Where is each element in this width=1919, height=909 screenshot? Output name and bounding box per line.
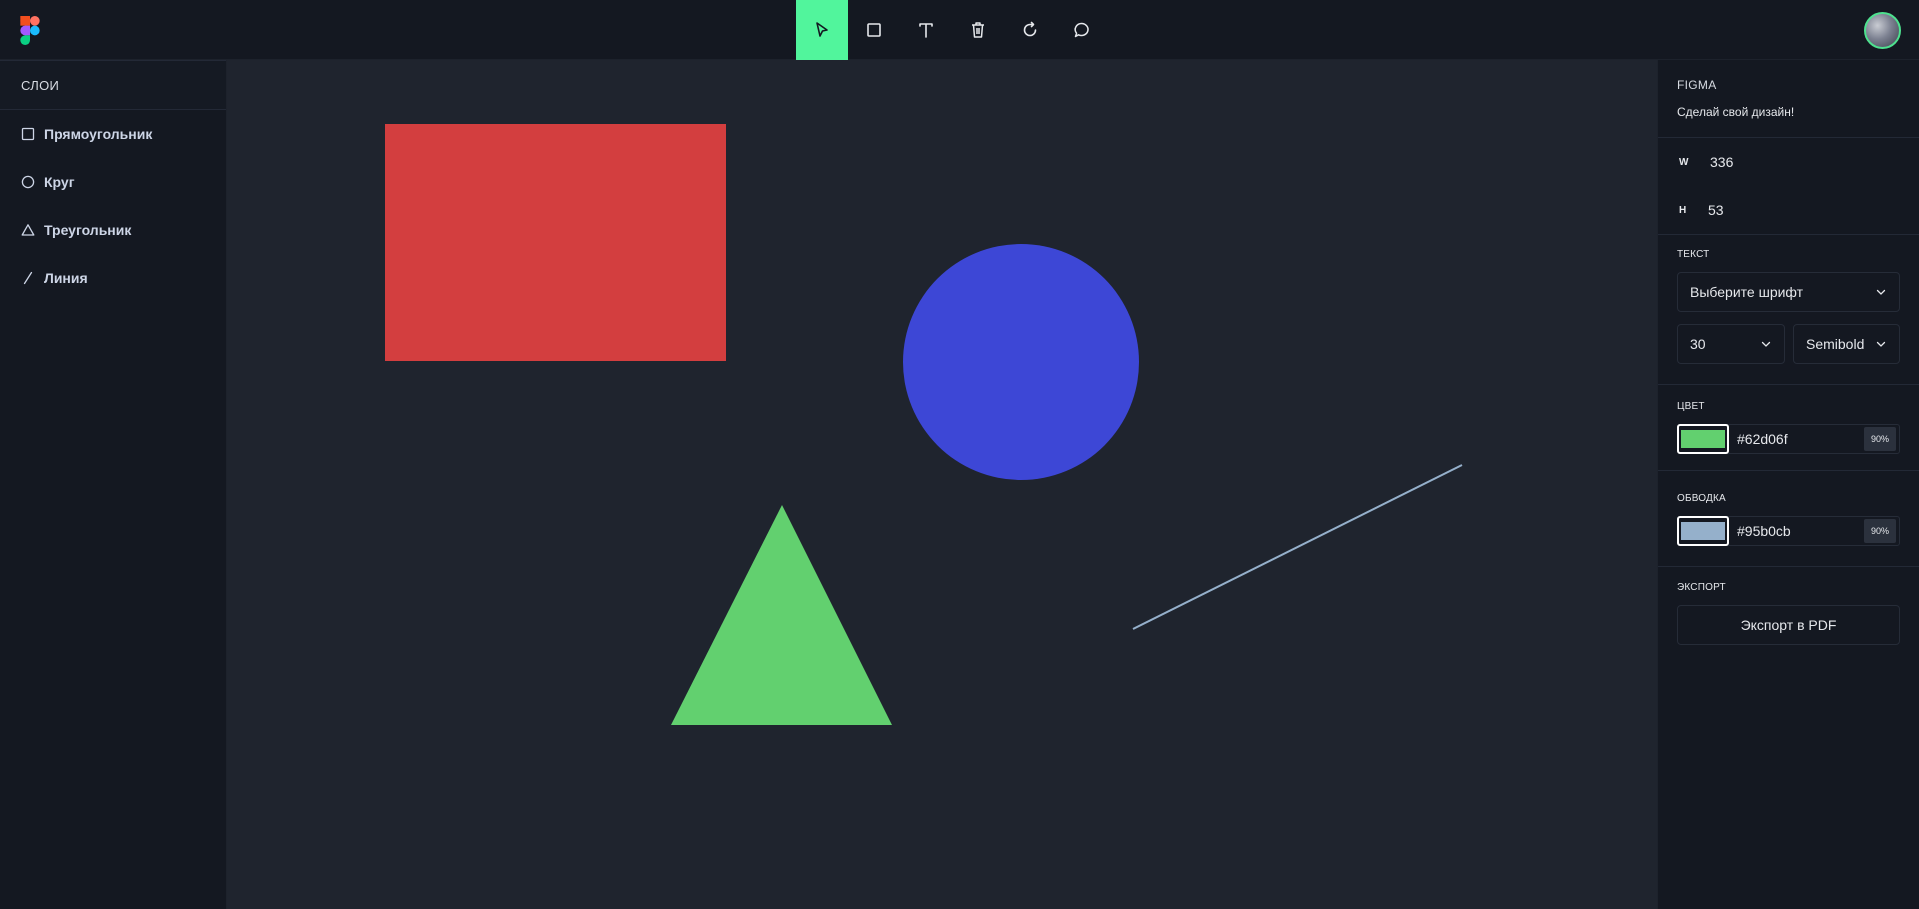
top-bar bbox=[0, 0, 1919, 60]
font-size-value: 30 bbox=[1690, 336, 1706, 352]
toolbar bbox=[796, 0, 1108, 60]
text-tool-button[interactable] bbox=[900, 0, 952, 60]
fill-color-swatch[interactable] bbox=[1677, 424, 1729, 454]
stroke-color-swatch[interactable] bbox=[1677, 516, 1729, 546]
canvas-circle[interactable] bbox=[903, 244, 1139, 480]
layer-item-circle[interactable]: Круг bbox=[0, 158, 226, 206]
stroke-color-hex[interactable]: #95b0cb bbox=[1737, 523, 1864, 539]
circle-icon bbox=[21, 175, 35, 189]
layers-sidebar: СЛОИ Прямоугольник Круг Треугольник Лини… bbox=[0, 60, 227, 909]
layer-label: Треугольник bbox=[44, 222, 132, 238]
layer-label: Линия bbox=[44, 270, 88, 286]
rotate-icon bbox=[1023, 21, 1037, 37]
width-label: W bbox=[1679, 156, 1689, 168]
brand-title: FIGMA bbox=[1677, 78, 1717, 92]
fill-color-row: #62d06f 90% bbox=[1677, 424, 1900, 454]
triangle-icon bbox=[21, 223, 35, 237]
width-row[interactable]: W 336 bbox=[1677, 138, 1900, 186]
layer-label: Прямоугольник bbox=[44, 126, 153, 142]
color-section: ЦВЕТ #62d06f 90% bbox=[1658, 385, 1919, 471]
square-icon bbox=[21, 127, 35, 141]
square-icon bbox=[867, 23, 881, 37]
select-tool-button[interactable] bbox=[796, 0, 848, 60]
text-section: ТЕКСТ Выберите шрифт 30 Semibold bbox=[1658, 235, 1919, 385]
dimensions-section: W 336 H 53 bbox=[1658, 138, 1919, 235]
font-family-select[interactable]: Выберите шрифт bbox=[1677, 272, 1900, 312]
chevron-down-icon bbox=[1876, 289, 1886, 295]
text-icon bbox=[919, 23, 933, 38]
height-value[interactable]: 53 bbox=[1708, 202, 1724, 218]
design-canvas[interactable] bbox=[227, 60, 1657, 909]
stroke-color-row: #95b0cb 90% bbox=[1677, 516, 1900, 546]
brand-subtitle: Сделай свой дизайн! bbox=[1677, 105, 1795, 119]
fill-color-hex[interactable]: #62d06f bbox=[1737, 431, 1864, 447]
chevron-down-icon bbox=[1876, 341, 1886, 347]
font-family-value: Выберите шрифт bbox=[1690, 284, 1804, 300]
export-section: ЭКСПОРТ Экспорт в PDF bbox=[1658, 567, 1919, 645]
height-label: H bbox=[1679, 204, 1687, 216]
comment-tool-button[interactable] bbox=[1056, 0, 1108, 60]
chevron-down-icon bbox=[1761, 341, 1771, 347]
brand-section: FIGMA Сделай свой дизайн! bbox=[1658, 60, 1919, 138]
stroke-opacity-badge[interactable]: 90% bbox=[1864, 519, 1896, 543]
export-pdf-button[interactable]: Экспорт в PDF bbox=[1677, 605, 1900, 645]
layer-item-line[interactable]: Линия bbox=[0, 254, 226, 302]
export-section-label: ЭКСПОРТ bbox=[1677, 582, 1726, 593]
canvas-shapes bbox=[385, 124, 1463, 725]
line-icon bbox=[21, 271, 35, 285]
font-weight-select[interactable]: Semibold bbox=[1793, 324, 1900, 364]
rectangle-tool-button[interactable] bbox=[848, 0, 900, 60]
color-section-label: ЦВЕТ bbox=[1677, 401, 1705, 412]
font-size-select[interactable]: 30 bbox=[1677, 324, 1785, 364]
user-avatar[interactable] bbox=[1864, 12, 1901, 49]
canvas-rectangle[interactable] bbox=[385, 124, 726, 361]
text-section-label: ТЕКСТ bbox=[1677, 249, 1710, 260]
layer-item-triangle[interactable]: Треугольник bbox=[0, 206, 226, 254]
font-weight-value: Semibold bbox=[1806, 336, 1865, 352]
layer-label: Круг bbox=[44, 174, 75, 190]
layer-item-rectangle[interactable]: Прямоугольник bbox=[0, 110, 226, 158]
width-value[interactable]: 336 bbox=[1710, 154, 1733, 170]
delete-tool-button[interactable] bbox=[952, 0, 1004, 60]
comment-icon bbox=[1074, 22, 1089, 38]
fill-opacity-badge[interactable]: 90% bbox=[1864, 427, 1896, 451]
canvas-line[interactable] bbox=[1132, 464, 1463, 630]
cursor-icon bbox=[816, 22, 828, 37]
reset-tool-button[interactable] bbox=[1004, 0, 1056, 60]
height-row[interactable]: H 53 bbox=[1677, 186, 1900, 234]
stroke-color-preview bbox=[1680, 521, 1726, 541]
trash-icon bbox=[972, 22, 984, 38]
stroke-section: ОБВОДКА #95b0cb 90% bbox=[1658, 471, 1919, 567]
canvas-triangle[interactable] bbox=[671, 505, 892, 725]
figma-logo-icon[interactable] bbox=[19, 16, 41, 45]
fill-color-preview bbox=[1680, 429, 1726, 449]
layers-header: СЛОИ bbox=[0, 60, 226, 110]
properties-panel: FIGMA Сделай свой дизайн! W 336 H 53 ТЕК… bbox=[1657, 60, 1919, 909]
stroke-section-label: ОБВОДКА bbox=[1677, 493, 1726, 504]
